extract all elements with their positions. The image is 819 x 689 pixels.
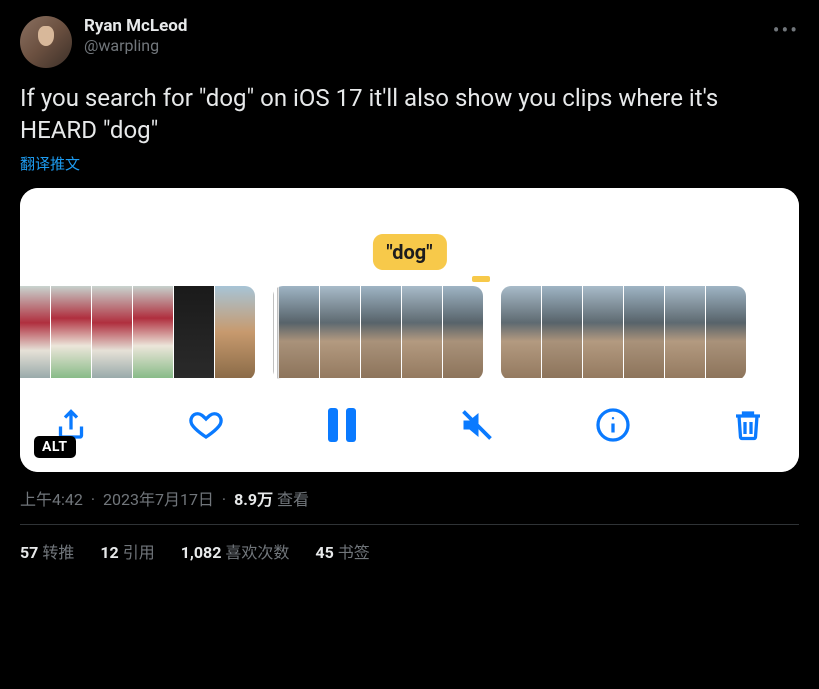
video-frame — [706, 286, 746, 378]
video-frame — [215, 286, 255, 378]
likes-stat[interactable]: 1,082喜欢次数 — [181, 539, 290, 563]
video-frame — [542, 286, 582, 378]
alt-badge[interactable]: ALT — [34, 436, 76, 458]
video-frame — [279, 286, 319, 378]
tweet-date[interactable]: 2023年7月17日 — [103, 490, 214, 509]
keyword-tick-marker — [472, 276, 490, 282]
retweets-label: 转推 — [42, 543, 74, 562]
clip-group[interactable] — [273, 286, 483, 380]
video-frame — [51, 286, 91, 378]
video-frame — [402, 286, 442, 378]
media-attachment[interactable]: "dog" — [20, 188, 799, 472]
clip-group[interactable] — [501, 286, 746, 380]
trash-icon[interactable] — [727, 404, 769, 446]
video-frame — [20, 286, 50, 378]
quotes-stat[interactable]: 12 引用 — [100, 539, 154, 563]
video-filmstrip[interactable] — [20, 270, 799, 388]
views-count: 8.9万 — [234, 490, 273, 509]
user-handle: @warpling — [84, 36, 761, 55]
mute-icon[interactable] — [456, 404, 498, 446]
video-frame — [665, 286, 705, 378]
avatar[interactable] — [20, 16, 72, 68]
retweets-count: 57 — [20, 543, 38, 562]
pause-icon[interactable] — [321, 404, 363, 446]
quotes-count: 12 — [100, 543, 118, 562]
tweet-text: If you search for "dog" on iOS 17 it'll … — [20, 82, 799, 147]
video-frame — [320, 286, 360, 378]
video-frame — [174, 286, 214, 378]
likes-label: 喜欢次数 — [225, 543, 289, 562]
bookmarks-label: 书签 — [338, 543, 370, 562]
more-options-icon[interactable]: ••• — [773, 16, 799, 42]
divider — [20, 524, 799, 525]
quotes-label: 引用 — [123, 543, 155, 562]
info-icon[interactable] — [592, 404, 634, 446]
translate-link[interactable]: 翻译推文 — [20, 153, 80, 174]
tweet-container: Ryan McLeod @warpling ••• If you search … — [0, 0, 819, 563]
media-toolbar — [20, 388, 799, 472]
video-frame — [501, 286, 541, 378]
tweet-time[interactable]: 上午4:42 — [20, 490, 83, 509]
engagement-bar: 57转推 12 引用 1,082喜欢次数 45 书签 — [20, 539, 799, 563]
bookmarks-stat[interactable]: 45 书签 — [315, 539, 369, 563]
keyword-badge: "dog" — [372, 234, 446, 270]
video-frame — [361, 286, 401, 378]
video-frame — [583, 286, 623, 378]
video-frame — [443, 286, 483, 378]
playhead[interactable] — [273, 286, 278, 380]
retweets-stat[interactable]: 57转推 — [20, 539, 74, 563]
views-label: 查看 — [277, 490, 309, 509]
video-frame — [624, 286, 664, 378]
user-info[interactable]: Ryan McLeod @warpling — [84, 16, 761, 55]
likes-count: 1,082 — [181, 543, 222, 562]
media-header-area: "dog" — [20, 188, 799, 270]
video-frame — [133, 286, 173, 378]
bookmarks-count: 45 — [315, 543, 333, 562]
tweet-meta: 上午4:42 · 2023年7月17日 · 8.9万 查看 — [20, 486, 799, 510]
display-name: Ryan McLeod — [84, 16, 761, 36]
clip-group[interactable] — [20, 286, 255, 380]
heart-icon[interactable] — [185, 404, 227, 446]
tweet-header: Ryan McLeod @warpling ••• — [20, 16, 799, 68]
video-frame — [92, 286, 132, 378]
